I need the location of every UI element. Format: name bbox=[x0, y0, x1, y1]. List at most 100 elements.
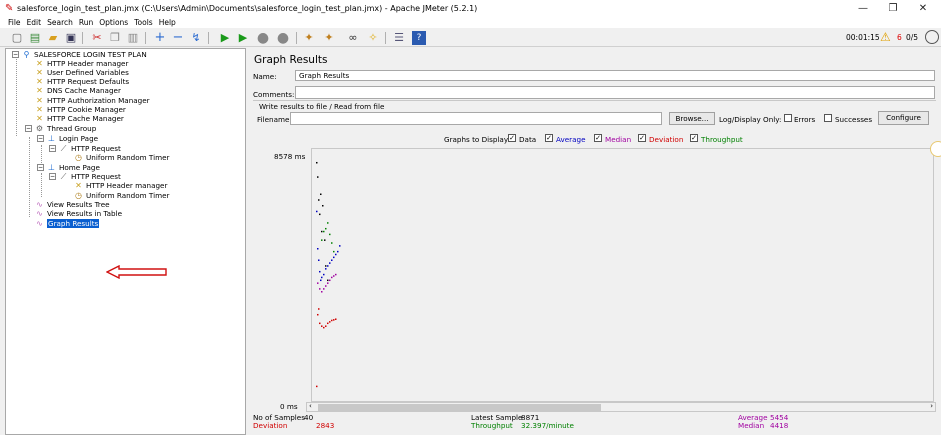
deviation-point-6 bbox=[325, 325, 327, 327]
scrollbar-thumb[interactable] bbox=[318, 404, 601, 411]
throughput-point-0 bbox=[321, 239, 323, 241]
menu-help[interactable]: Help bbox=[156, 17, 179, 28]
open-icon[interactable]: ▰ bbox=[46, 31, 60, 45]
wrench-icon: ✕ bbox=[75, 180, 82, 190]
cut-icon[interactable]: ✂ bbox=[90, 31, 104, 45]
successes-checkbox[interactable] bbox=[824, 114, 832, 122]
wrench-icon: ✕ bbox=[36, 76, 43, 86]
collapse-http-request-toggle[interactable]: − bbox=[49, 145, 56, 152]
function-helper-icon[interactable]: ☰ bbox=[392, 31, 406, 45]
reset-search-icon[interactable]: ✧ bbox=[366, 31, 380, 45]
median-point-0 bbox=[317, 282, 319, 284]
graph-horizontal-scrollbar[interactable]: ‹ › bbox=[306, 402, 936, 412]
throughput-checkbox[interactable]: ✓ bbox=[690, 134, 698, 142]
comments-label: Comments: bbox=[253, 90, 295, 99]
shutdown-icon[interactable]: ● bbox=[276, 31, 290, 45]
tree-node-header-manager[interactable]: ✕ HTTP Header manager bbox=[35, 59, 128, 68]
data-point-8 bbox=[325, 265, 327, 267]
graphs-to-display-label: Graphs to Display bbox=[444, 135, 509, 144]
deviation-point-2 bbox=[318, 308, 320, 310]
warning-icon[interactable]: ⚠ bbox=[880, 30, 891, 44]
search-icon[interactable]: ∞ bbox=[346, 31, 360, 45]
expand-icon[interactable]: + bbox=[153, 31, 167, 45]
browse-button[interactable]: Browse... bbox=[669, 112, 715, 125]
save-icon[interactable]: ▣ bbox=[64, 31, 78, 45]
median-point-3 bbox=[323, 288, 325, 290]
wrench-icon: ✕ bbox=[36, 104, 43, 114]
collapse-home-http-request-toggle[interactable]: − bbox=[49, 173, 56, 180]
average-checkbox[interactable]: ✓ bbox=[545, 134, 553, 142]
tree-node-view-results-tree[interactable]: ∿ View Results Tree bbox=[35, 200, 109, 209]
tree-node-view-results-table[interactable]: ∿ View Results in Table bbox=[35, 209, 122, 218]
throughput-point-3 bbox=[327, 222, 329, 224]
listener-icon: ∿ bbox=[36, 208, 43, 218]
tree-node-login-page[interactable]: ⊥ Login Page bbox=[47, 134, 98, 143]
close-button[interactable]: ✕ bbox=[912, 2, 934, 16]
configure-button[interactable]: Configure bbox=[878, 111, 929, 125]
collapse-login-page-toggle[interactable]: − bbox=[37, 135, 44, 142]
menu-edit[interactable]: Edit bbox=[24, 17, 45, 28]
active-threads: 0/5 bbox=[906, 33, 919, 42]
start-no-pauses-icon[interactable]: ▶ bbox=[236, 31, 250, 45]
tree-node-home-header-manager[interactable]: ✕ HTTP Header manager bbox=[74, 181, 167, 190]
templates-icon[interactable]: ▤ bbox=[28, 31, 42, 45]
timer-icon: ◷ bbox=[75, 152, 82, 162]
data-point-4 bbox=[320, 193, 322, 196]
pipette-icon: ⟋ bbox=[60, 171, 67, 181]
tree-node-graph-results[interactable]: ∿ Graph Results bbox=[35, 219, 100, 228]
toggle-icon[interactable]: ↯ bbox=[189, 31, 203, 45]
average-point-10 bbox=[331, 259, 333, 261]
average-point-9 bbox=[329, 262, 331, 264]
tree-node-http-request-defaults[interactable]: ✕ HTTP Request Defaults bbox=[35, 77, 129, 86]
paste-icon[interactable]: ▥ bbox=[126, 31, 140, 45]
tree-node-test-plan[interactable]: ⚲ SALESFORCE LOGIN TEST PLAN bbox=[22, 50, 147, 59]
throughput-label: Throughput bbox=[471, 421, 513, 430]
collapse-thread-group-toggle[interactable]: − bbox=[25, 125, 32, 132]
clear-all-icon[interactable]: ✦ bbox=[322, 31, 336, 45]
collapse-home-page-toggle[interactable]: − bbox=[37, 164, 44, 171]
collapse-root-toggle[interactable]: − bbox=[12, 51, 19, 58]
throughput-point-1 bbox=[323, 230, 325, 233]
tree-node-http-cookie-manager[interactable]: ✕ HTTP Cookie Manager bbox=[35, 105, 126, 114]
collapse-icon[interactable]: − bbox=[171, 31, 185, 45]
start-icon[interactable]: ▶ bbox=[218, 31, 232, 45]
filename-input[interactable] bbox=[290, 112, 662, 125]
test-plan-tree: − ⚲ SALESFORCE LOGIN TEST PLAN ✕ HTTP Head… bbox=[5, 48, 246, 435]
tree-node-login-http-request[interactable]: ⟋ HTTP Request bbox=[59, 144, 121, 153]
errors-checkbox[interactable] bbox=[784, 114, 792, 122]
tree-node-home-page[interactable]: ⊥ Home Page bbox=[47, 163, 100, 172]
menu-file[interactable]: File bbox=[0, 17, 24, 28]
scroll-left-icon[interactable]: ‹ bbox=[309, 402, 312, 410]
restore-button[interactable]: ❐ bbox=[882, 2, 904, 16]
copy-icon[interactable]: ❐ bbox=[108, 31, 122, 45]
help-icon[interactable]: ? bbox=[412, 31, 426, 45]
menu-tools[interactable]: Tools bbox=[131, 17, 155, 28]
tree-node-thread-group[interactable]: ⚙ Thread Group bbox=[35, 124, 96, 133]
clear-icon[interactable]: ✦ bbox=[302, 31, 316, 45]
tree-node-home-http-request[interactable]: ⟋ HTTP Request bbox=[59, 172, 121, 181]
stop-icon[interactable]: ● bbox=[256, 31, 270, 45]
comments-field[interactable] bbox=[295, 86, 935, 99]
tree-node-login-timer[interactable]: ◷ Uniform Random Timer bbox=[74, 153, 169, 162]
tree-node-http-authorization-manager[interactable]: ✕ HTTP Authorization Manager bbox=[35, 96, 149, 105]
menu-search[interactable]: Search bbox=[44, 17, 76, 28]
deviation-checkbox[interactable]: ✓ bbox=[638, 134, 646, 142]
data-checkbox[interactable]: ✓ bbox=[508, 134, 516, 142]
minimize-button[interactable]: — bbox=[852, 2, 874, 16]
tree-node-http-cache-manager[interactable]: ✕ HTTP Cache Manager bbox=[35, 114, 124, 123]
tree-node-dns-cache-manager[interactable]: ✕ DNS Cache Manager bbox=[35, 86, 121, 95]
scroll-right-icon[interactable]: › bbox=[930, 402, 933, 410]
deviation-point-3 bbox=[319, 322, 321, 325]
y-axis-max-label: 8578 ms bbox=[274, 152, 306, 161]
menu-options[interactable]: Options bbox=[96, 17, 131, 28]
remote-globe-icon[interactable] bbox=[925, 30, 939, 44]
menu-run[interactable]: Run bbox=[76, 17, 96, 28]
median-checkbox[interactable]: ✓ bbox=[594, 134, 602, 142]
timer-icon: ◷ bbox=[75, 190, 82, 200]
new-icon[interactable]: ▢ bbox=[10, 31, 24, 45]
average-point-5 bbox=[321, 276, 323, 279]
tree-node-home-timer[interactable]: ◷ Uniform Random Timer bbox=[74, 191, 169, 200]
name-field[interactable]: Graph Results bbox=[295, 70, 935, 81]
average-point-12 bbox=[335, 253, 337, 256]
tree-node-user-defined-variables[interactable]: ✕ User Defined Variables bbox=[35, 68, 129, 77]
